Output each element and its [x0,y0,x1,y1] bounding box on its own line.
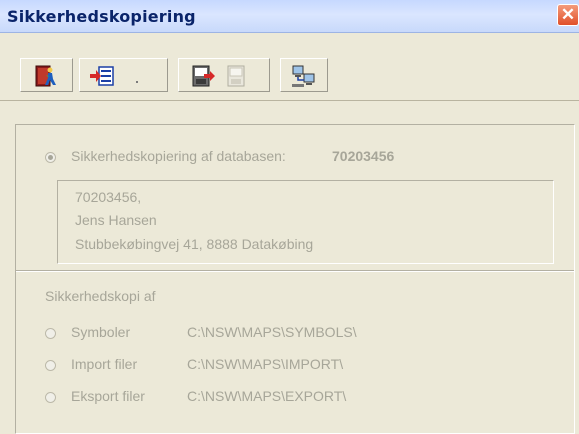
export-files-label: Eksport filer [71,388,145,404]
database-radio-label: Sikkerhedskopiering af databasen: [71,148,286,164]
network-button[interactable] [288,62,318,90]
window-title: Sikkerhedskopiering [7,7,196,26]
toolbar-group-network [280,58,328,92]
exit-button[interactable] [31,62,61,90]
title-bar[interactable]: Sikkerhedskopiering ✕ [0,0,579,33]
import-button[interactable] [86,62,116,90]
address-line-2: Jens Hansen [75,212,157,228]
toolbar-group-file [20,58,73,92]
address-box: 70203456, Jens Hansen Stubbekøbingvej 41… [57,180,554,264]
close-button[interactable]: ✕ [557,4,579,26]
backup-options-panel: Sikkerhedskopiering af databasen: 702034… [15,124,575,434]
symbols-radio[interactable] [45,328,56,339]
export-files-path: C:\NSW\MAPS\EXPORT\ [187,388,347,404]
import-files-label: Import filer [71,356,138,372]
address-line-1: 70203456, [75,189,142,205]
export-files-radio[interactable] [45,392,56,403]
restore-button[interactable] [221,62,251,90]
address-line-3: Stubbekøbingvej 41, 8888 Datakøbing [75,236,314,252]
import-files-radio[interactable] [45,360,56,371]
toolbar-separator-dot [136,81,138,83]
database-number: 70203456 [332,148,395,164]
database-radio[interactable] [45,152,56,163]
symbols-label: Symboler [71,324,131,340]
section-divider [16,270,574,272]
backup-dialog: Sikkerhedskopiering ✕ Sikkerhedskopierin… [0,0,579,434]
toolbar-group-records [79,58,168,92]
import-files-path: C:\NSW\MAPS\IMPORT\ [187,356,344,372]
symbols-path: C:\NSW\MAPS\SYMBOLS\ [187,324,357,340]
toolbar-group-backup [178,58,270,92]
backup-of-heading: Sikkerhedskopi af [45,288,156,304]
toolbar [0,33,579,101]
backup-button[interactable] [187,62,217,90]
